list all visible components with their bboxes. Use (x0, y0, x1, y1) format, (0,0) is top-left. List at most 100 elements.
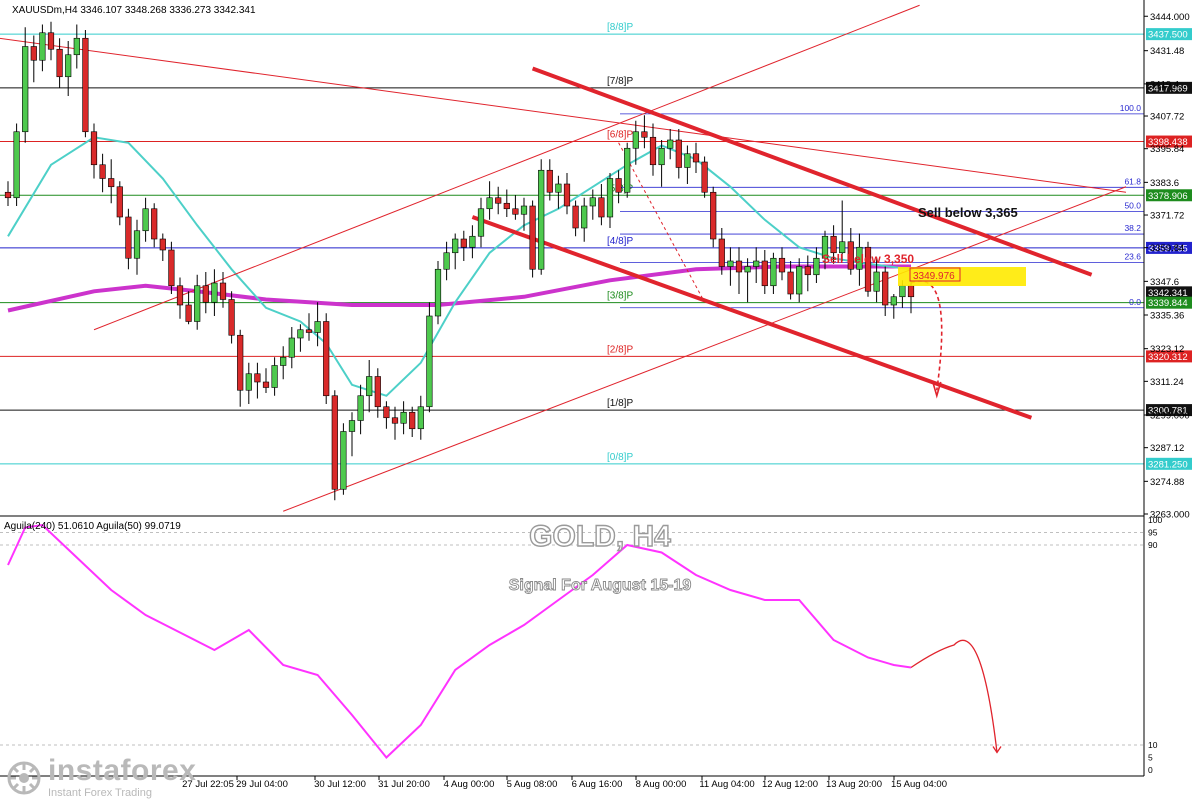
price-box-text: 3378.906 (1148, 191, 1188, 202)
candle-bull (890, 296, 897, 306)
candle-bear (641, 131, 648, 138)
candle-bull (813, 257, 820, 276)
candle-bull (271, 365, 278, 388)
candle-bear (228, 299, 235, 336)
candle-bear (108, 178, 115, 188)
y-tick-label: 3274.88 (1150, 477, 1184, 488)
x-tick-label: 5 Aug 08:00 (507, 779, 558, 790)
x-tick-label: 30 Jul 12:00 (314, 779, 366, 790)
price-box-text: 3437.500 (1148, 30, 1188, 41)
candle-bull (348, 420, 356, 432)
y-tick-label: 3323.12 (1150, 344, 1184, 355)
candle-bull (744, 266, 751, 273)
candle-bull (340, 431, 347, 490)
y-tick-label: 3335.36 (1150, 311, 1184, 322)
candle-bull (452, 238, 459, 254)
candle-bear (649, 136, 657, 166)
candle-bear (331, 395, 338, 490)
candle-bull (667, 139, 674, 149)
fib-label: 100.0 (1120, 103, 1142, 113)
x-tick-label: 8 Aug 00:00 (636, 779, 687, 790)
murrey-label: [3/8]P (607, 291, 633, 302)
candle-bull (606, 178, 614, 218)
candle-bear (383, 406, 390, 419)
fib-label: 50.0 (1124, 201, 1141, 211)
candle-bull (434, 268, 442, 317)
candle-bull (357, 395, 364, 421)
y-tick-label: 3347.6 (1150, 277, 1179, 288)
x-tick-label: 6 Aug 16:00 (572, 779, 623, 790)
fib-label: 0.0 (1129, 297, 1141, 307)
murrey-label: [0/8]P (607, 452, 633, 463)
candle-bear (529, 205, 536, 270)
murrey-label: [6/8]P (607, 130, 633, 141)
osc-tick-label: 0 (1148, 765, 1153, 775)
price-box-text: 3281.250 (1148, 459, 1188, 470)
sell-signal-3365: Sell below 3,365 (918, 205, 1018, 220)
price-box-text: 3339.844 (1148, 298, 1188, 309)
candle-bear (615, 178, 622, 193)
y-tick-label: 3299.000 (1150, 411, 1190, 422)
candle-bull (538, 169, 545, 270)
candle-bull (632, 131, 639, 149)
candle-bear (374, 376, 381, 408)
candle-bull (443, 252, 450, 270)
candle-bear (675, 139, 682, 168)
candle-bear (598, 197, 605, 218)
candle-bear (47, 32, 55, 50)
candle-bear (323, 321, 330, 397)
candle-bear (168, 249, 175, 287)
candle-bull (22, 46, 29, 133)
candle-bear (4, 191, 12, 199)
candle-bull (899, 285, 906, 298)
candle-bear (701, 161, 708, 193)
candle-bull (581, 205, 588, 229)
candle-bull (366, 376, 373, 397)
candle-bear (546, 169, 553, 193)
candle-bull (486, 197, 493, 210)
candle-bull (142, 208, 149, 232)
candle-bear (512, 208, 519, 215)
fib-label: 23.6 (1124, 251, 1141, 261)
osc-tick-label: 95 (1148, 528, 1158, 538)
x-tick-label: 11 Aug 04:00 (699, 779, 754, 790)
candle-bull (477, 208, 485, 237)
candle-bear (710, 191, 717, 240)
candle-bear (907, 285, 915, 298)
candle-bull (73, 37, 80, 56)
x-tick-label: 12 Aug 12:00 (762, 779, 818, 790)
x-tick-label: 29 Jul 04:00 (236, 779, 288, 790)
candle-bull (796, 266, 803, 295)
instaforex-logo-icon (7, 761, 41, 794)
candle-bull (520, 205, 528, 215)
candle-bull (288, 337, 295, 358)
y-tick-label: 3287.12 (1150, 443, 1184, 454)
candle-bear (409, 411, 416, 430)
murrey-label: [2/8]P (607, 344, 633, 355)
x-tick-label: 13 Aug 20:00 (826, 779, 882, 790)
candle-bull (753, 260, 760, 267)
candle-bull (211, 282, 218, 303)
candle-bull (770, 257, 777, 287)
y-tick-label: 3383.6 (1150, 178, 1179, 189)
candle-bull (400, 411, 407, 424)
candle-bear (176, 285, 184, 306)
chart-title: GOLD, H4 (529, 520, 671, 553)
candle-bear (735, 260, 743, 273)
candle-bull (314, 321, 321, 333)
candle-bear (572, 205, 579, 229)
candle-bull (658, 147, 665, 166)
candle-bear (692, 153, 700, 163)
symbol-header: XAUUSDm,H4 3346.107 3348.268 3336.273 33… (12, 5, 256, 16)
candle-bear (56, 48, 63, 78)
x-tick-label: 15 Aug 04:00 (891, 779, 947, 790)
y-tick-label: 3444.000 (1150, 12, 1190, 23)
forex-chart: [8/8]P[7/8]P[6/8]P[5/8]P[4/8]P[3/8]P[2/8… (0, 0, 1200, 800)
candle-bull (65, 54, 72, 78)
candle-bear (778, 257, 786, 273)
candle-bear (391, 417, 399, 424)
candle-bear (804, 266, 811, 276)
murrey-label: [8/8]P (607, 22, 633, 33)
candle-bear (262, 381, 270, 388)
candle-bear (202, 285, 209, 303)
